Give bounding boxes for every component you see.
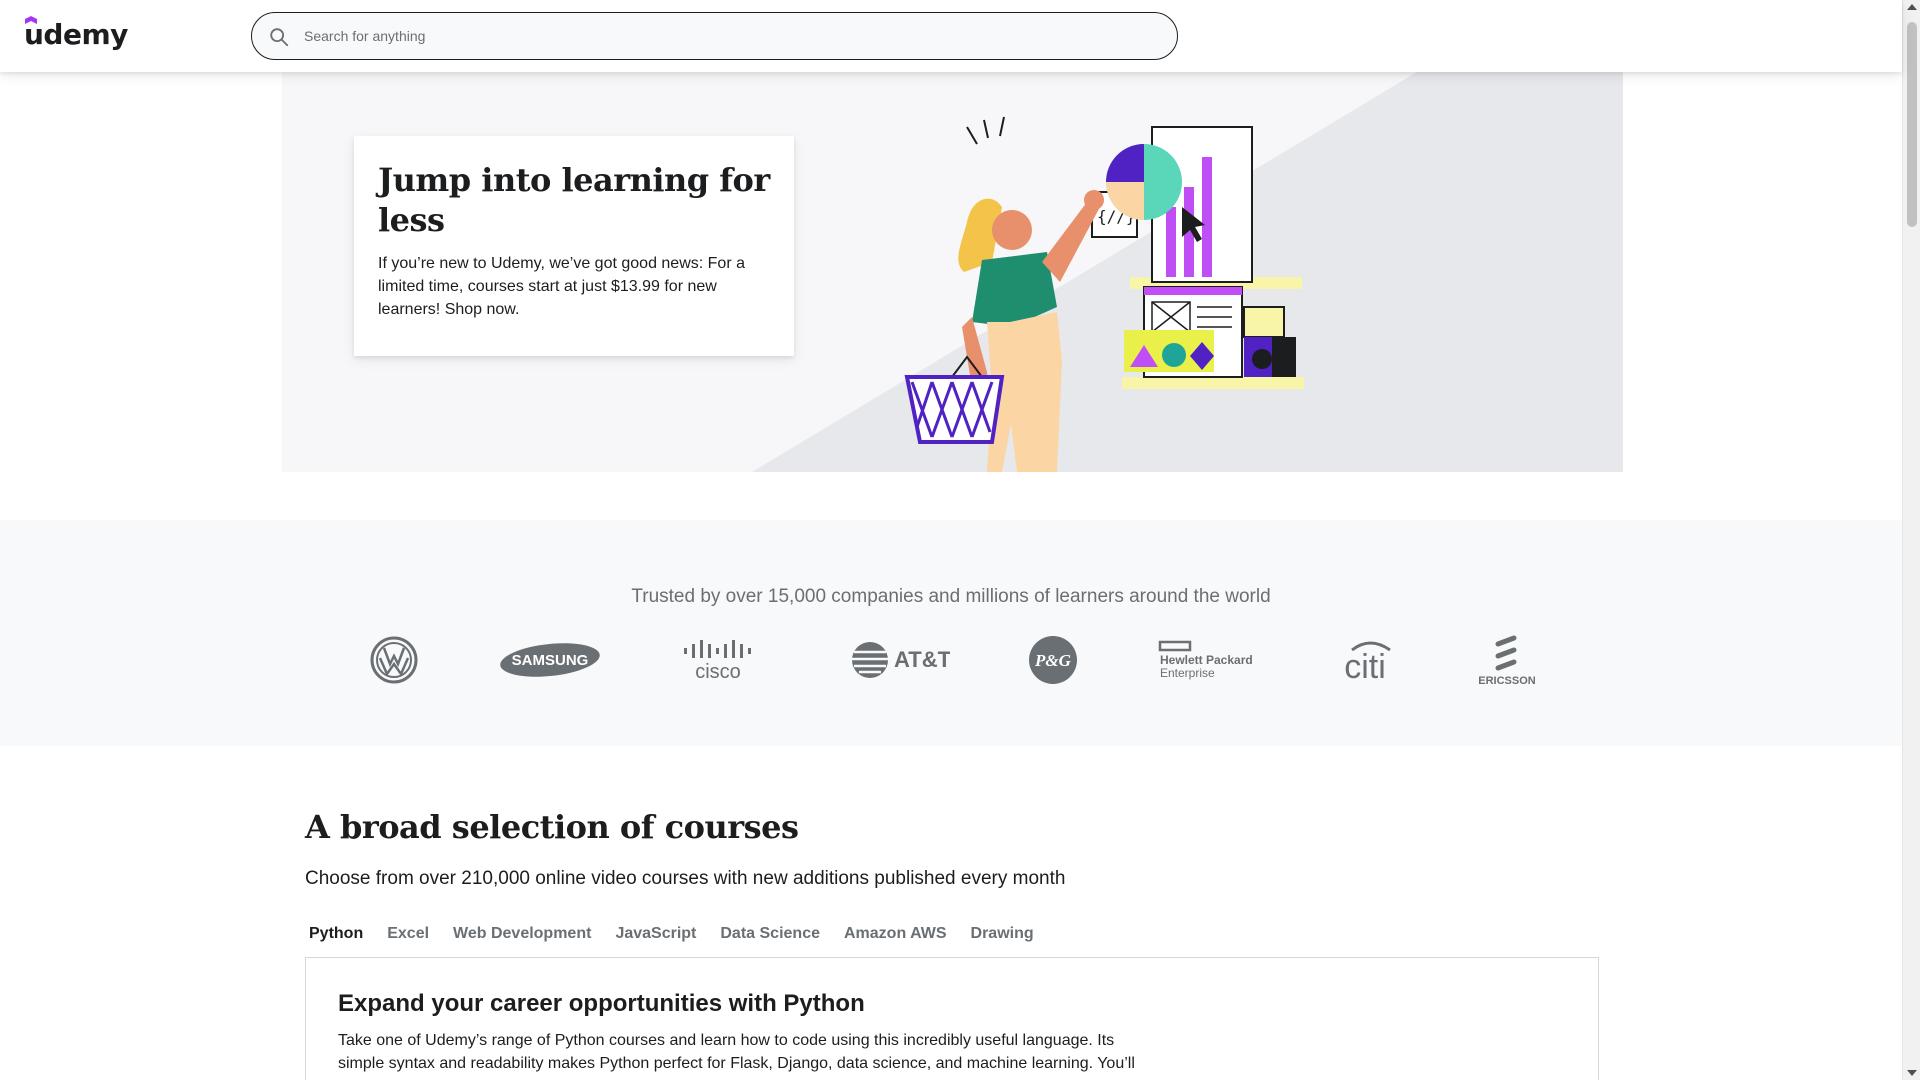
scroll-up-arrow-icon[interactable]	[1907, 4, 1917, 10]
tab-drawing[interactable]: Drawing	[967, 921, 1038, 951]
hero-banner: Jump into learning for less If you’re ne…	[282, 72, 1623, 472]
samsung-logo: SAMSUNG	[500, 630, 600, 690]
svg-text:P&G: P&G	[1034, 651, 1072, 670]
scroll-thumb[interactable]	[1907, 22, 1917, 227]
tab-excel[interactable]: Excel	[383, 921, 433, 951]
svg-text:ERICSSON: ERICSSON	[1478, 675, 1536, 686]
trusted-text: Trusted by over 15,000 companies and mil…	[631, 586, 1271, 607]
tab-amazon-aws[interactable]: Amazon AWS	[840, 921, 951, 951]
trusted-companies-band: Trusted by over 15,000 companies and mil…	[0, 520, 1902, 746]
tab-web-development[interactable]: Web Development	[449, 921, 595, 951]
hero-title: Jump into learning for less	[378, 161, 770, 239]
citi-logo: citi	[1332, 630, 1398, 690]
svg-text:cisco: cisco	[695, 661, 741, 682]
pg-logo: P&G	[1028, 630, 1078, 690]
samsung-icon: SAMSUNG	[500, 643, 600, 677]
tab-data-science[interactable]: Data Science	[716, 921, 824, 951]
page-scrollbar[interactable]	[1902, 0, 1920, 1080]
volkswagen-logo	[370, 630, 418, 690]
att-logo: AT&T	[850, 630, 950, 690]
course-panel: Expand your career opportunities with Py…	[305, 957, 1599, 1080]
hpe-icon: Hewlett Packard Enterprise	[1158, 640, 1253, 680]
cisco-logo: cisco	[680, 630, 770, 690]
search-bar[interactable]	[251, 12, 1178, 60]
section-title: A broad selection of courses	[305, 808, 799, 846]
search-icon[interactable]	[268, 26, 290, 48]
tab-python[interactable]: Python	[305, 921, 367, 951]
hero-card: Jump into learning for less If you’re ne…	[354, 136, 794, 356]
svg-text:Enterprise: Enterprise	[1160, 666, 1215, 680]
svg-text:AT&T: AT&T	[894, 647, 950, 672]
tab-javascript[interactable]: JavaScript	[611, 921, 700, 951]
search-input[interactable]	[304, 13, 1154, 59]
att-icon: AT&T	[852, 642, 950, 678]
top-header: udemy	[0, 0, 1902, 72]
logo-text: udemy	[24, 18, 128, 51]
svg-text:SAMSUNG: SAMSUNG	[512, 652, 589, 669]
cisco-icon: cisco	[684, 640, 751, 682]
company-logo-row: SAMSUNG cisco AT&T P&G Hewlett Packard E…	[0, 630, 1902, 690]
pg-icon: P&G	[1029, 636, 1077, 684]
hpe-logo: Hewlett Packard Enterprise	[1158, 630, 1258, 690]
hero-text: If you’re new to Udemy, we’ve got good n…	[378, 255, 745, 318]
udemy-logo[interactable]: udemy	[24, 16, 128, 56]
volkswagen-icon	[370, 636, 418, 684]
scroll-down-arrow-icon[interactable]	[1907, 1070, 1917, 1076]
course-category-tabs: Python Excel Web Development JavaScript …	[305, 921, 1054, 951]
ericsson-logo: ERICSSON	[1474, 630, 1540, 690]
section-subtitle: Choose from over 210,000 online video co…	[305, 868, 1066, 889]
ericsson-icon: ERICSSON	[1478, 635, 1536, 686]
svg-text:Hewlett Packard: Hewlett Packard	[1160, 653, 1253, 667]
citi-icon: citi	[1344, 641, 1391, 682]
shopper-illustration: {//}	[904, 116, 1304, 472]
panel-title: Expand your career opportunities with Py…	[338, 990, 865, 1017]
panel-text: Take one of Udemy’s range of Python cour…	[338, 1032, 1135, 1072]
svg-text:citi: citi	[1344, 648, 1386, 682]
